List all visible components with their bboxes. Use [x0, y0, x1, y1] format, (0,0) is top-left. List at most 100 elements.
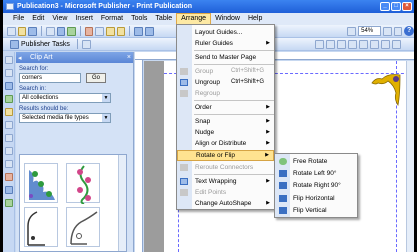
- new-icon[interactable]: [7, 26, 16, 36]
- menu-separator: [194, 114, 274, 115]
- clip-art-thumbnail[interactable]: [24, 163, 58, 203]
- format-painter-icon[interactable]: [116, 26, 126, 36]
- publisher-tasks-label: Publisher Tasks: [21, 40, 70, 48]
- text-box-icon[interactable]: [4, 69, 13, 77]
- insert-table-icon[interactable]: [4, 82, 13, 90]
- text-wrapping-icon: [180, 178, 188, 185]
- menu-table[interactable]: Table: [151, 13, 176, 25]
- menu-edit[interactable]: Edit: [28, 13, 48, 25]
- menu-insert[interactable]: Insert: [71, 13, 97, 25]
- menu-item-flip-horizontal[interactable]: Flip Horizontal: [275, 193, 357, 204]
- menu-item-nudge[interactable]: Nudge ▶: [177, 127, 274, 138]
- submenu-arrow-icon: ▶: [266, 129, 270, 135]
- oval-icon[interactable]: [4, 147, 13, 155]
- menu-item-text-wrapping[interactable]: Text Wrapping ▶: [177, 176, 274, 187]
- menu-item-rotate-right[interactable]: Rotate Right 90°: [275, 180, 357, 191]
- menu-item-regroup[interactable]: Regroup: [177, 88, 274, 99]
- task-pane-nav-icon[interactable]: ◂: [18, 53, 22, 64]
- numbering-icon[interactable]: [358, 39, 368, 49]
- zoom-in-icon[interactable]: [393, 26, 403, 36]
- zoom-select[interactable]: 54%: [358, 26, 382, 36]
- undo-icon[interactable]: [134, 26, 143, 36]
- design-gallery-icon[interactable]: [4, 199, 13, 207]
- wordart-icon[interactable]: [4, 95, 13, 103]
- menu-item-ruler-guides[interactable]: Ruler Guides ▶: [177, 38, 274, 49]
- clip-art-thumbnail[interactable]: [66, 207, 100, 247]
- menu-item-group[interactable]: Group Ctrl+Shift+G: [177, 66, 274, 77]
- select-objects-icon[interactable]: [4, 56, 13, 64]
- workspace-scrollbar[interactable]: [406, 61, 414, 252]
- bullets-icon[interactable]: [369, 39, 379, 49]
- go-button[interactable]: Go: [86, 73, 106, 83]
- publisher-window: Publication3 - Microsoft Publisher - Pri…: [3, 0, 414, 252]
- publisher-app-icon[interactable]: [6, 3, 14, 10]
- menu-file[interactable]: File: [9, 13, 28, 25]
- menu-item-ungroup[interactable]: Ungroup Ctrl+Shift+G: [177, 77, 274, 88]
- clip-art-thumbnail[interactable]: [66, 163, 100, 205]
- menu-item-align-or-distribute[interactable]: Align or Distribute ▶: [177, 138, 274, 149]
- reroute-icon: [180, 164, 188, 171]
- menu-item-rotate-or-flip[interactable]: Rotate or Flip ▶: [177, 150, 274, 161]
- save-icon[interactable]: [28, 26, 37, 36]
- rectangle-icon[interactable]: [4, 160, 13, 168]
- minimize-button[interactable]: _: [380, 2, 390, 11]
- align-right-icon[interactable]: [336, 39, 346, 49]
- print-preview-icon[interactable]: [56, 26, 66, 36]
- menu-format[interactable]: Format: [97, 13, 127, 25]
- spelling-icon[interactable]: [67, 26, 76, 36]
- title-bar: Publication3 - Microsoft Publisher - Pri…: [3, 0, 414, 13]
- task-pane-close-icon[interactable]: ×: [127, 52, 131, 63]
- menu-item-layout-guides[interactable]: Layout Guides...: [177, 27, 274, 38]
- hot-spot-icon[interactable]: [4, 186, 13, 194]
- floral-border-image: [77, 165, 91, 205]
- clip-art-thumbnail[interactable]: [24, 207, 58, 247]
- paste-icon[interactable]: [106, 26, 115, 36]
- menu-view[interactable]: View: [48, 13, 71, 25]
- menu-item-send-to-master-page[interactable]: Send to Master Page: [177, 52, 274, 63]
- chevron-down-icon[interactable]: ▼: [102, 114, 110, 122]
- results-value: Selected media file types: [22, 115, 89, 121]
- print-icon[interactable]: [45, 26, 55, 36]
- menu-item-reroute-connectors[interactable]: Reroute Connectors: [177, 162, 274, 173]
- copy-icon[interactable]: [95, 26, 105, 36]
- increase-indent-icon[interactable]: [391, 39, 401, 49]
- autoshapes-icon[interactable]: [4, 173, 13, 181]
- arrow-icon[interactable]: [4, 134, 13, 142]
- redo-icon[interactable]: [144, 26, 154, 36]
- maximize-button[interactable]: □: [391, 2, 401, 11]
- publisher-tasks-button[interactable]: Publisher Tasks: [7, 39, 73, 49]
- cut-icon[interactable]: [84, 26, 94, 36]
- menu-item-order[interactable]: Order ▶: [177, 102, 274, 113]
- menu-item-rotate-left[interactable]: Rotate Left 90°: [275, 168, 357, 179]
- menu-item-free-rotate[interactable]: Free Rotate: [275, 156, 357, 167]
- decrease-indent-icon[interactable]: [380, 39, 390, 49]
- submenu-arrow-icon: ▶: [266, 178, 270, 184]
- line-icon[interactable]: [4, 121, 13, 129]
- free-rotate-icon: [279, 158, 287, 165]
- vertical-ruler[interactable]: [135, 60, 143, 252]
- help-icon[interactable]: ?: [404, 26, 414, 36]
- style-icon[interactable]: [81, 39, 91, 49]
- open-icon[interactable]: [17, 26, 27, 36]
- zoom-out-icon[interactable]: [383, 26, 392, 36]
- search-input[interactable]: corners: [19, 73, 81, 83]
- menu-item-snap[interactable]: Snap ▶: [177, 116, 274, 127]
- show-special-characters-icon[interactable]: [347, 26, 357, 36]
- menu-item-change-autoshape[interactable]: Change AutoShape ▶: [177, 198, 274, 209]
- justify-icon[interactable]: [347, 39, 357, 49]
- menu-tools[interactable]: Tools: [127, 13, 151, 25]
- close-button[interactable]: ×: [402, 2, 412, 11]
- clip-art-results: [19, 154, 127, 252]
- rotate-right-icon: [279, 182, 287, 189]
- search-in-select[interactable]: All collections ▼: [19, 93, 111, 103]
- menu-item-edit-points[interactable]: Edit Points: [177, 187, 274, 198]
- center-icon[interactable]: [325, 39, 335, 49]
- results-select[interactable]: Selected media file types ▼: [19, 113, 111, 123]
- picture-frame-icon[interactable]: [4, 108, 13, 116]
- align-left-icon[interactable]: [314, 39, 324, 49]
- chevron-down-icon[interactable]: ▼: [102, 94, 110, 102]
- menu-item-flip-vertical[interactable]: Flip Vertical: [275, 205, 357, 216]
- results-scrollbar[interactable]: [118, 155, 126, 251]
- window-title: Publication3 - Microsoft Publisher - Pri…: [17, 3, 193, 10]
- corner-clip-art-image[interactable]: [364, 71, 402, 109]
